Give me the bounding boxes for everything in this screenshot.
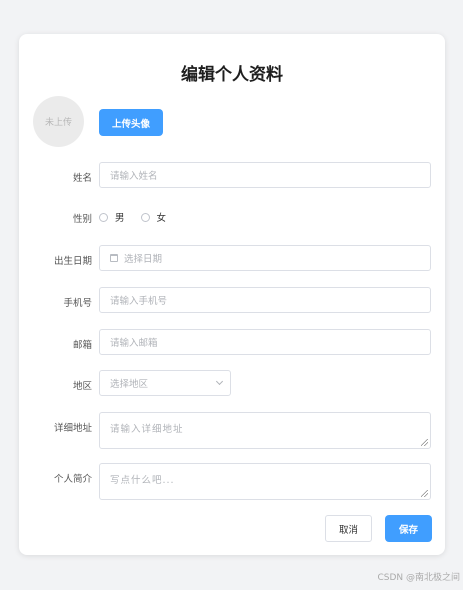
birthdate-label: 出生日期 [53,256,92,267]
watermark: CSDN @南北极之间 [377,573,460,583]
address-label: 详细地址 [53,423,92,434]
name-input[interactable]: 请输入姓名 [99,162,431,188]
cancel-button[interactable]: 取消 [325,515,372,542]
email-label: 邮箱 [72,340,92,351]
upload-avatar-button[interactable]: 上传头像 [99,109,163,136]
address-placeholder: 请输入详细地址 [110,424,184,435]
gender-option-label: 男 [115,213,125,224]
avatar-placeholder: 未上传 [44,118,72,128]
gender-radio-group: 男 女 [99,210,182,224]
gender-label: 性别 [72,214,92,225]
birthdate-picker[interactable]: 选择日期 [99,245,431,271]
gender-radio-female[interactable]: 女 [140,210,167,224]
chevron-down-icon [215,377,224,386]
phone-input[interactable]: 请输入手机号 [99,287,431,313]
radio-circle-icon [140,212,150,222]
phone-placeholder: 请输入手机号 [110,296,168,307]
save-button[interactable]: 保存 [385,515,432,542]
profile-form-card: 编辑个人资料 未上传 上传头像 姓名 请输入姓名 性别 男 女 出生日期 选择日… [19,34,445,555]
gender-option-label: 女 [156,213,167,224]
gender-radio-male[interactable]: 男 [99,210,125,224]
email-placeholder: 请输入邮箱 [110,338,158,349]
phone-label: 手机号 [63,298,92,309]
email-input[interactable]: 请输入邮箱 [99,329,431,355]
calendar-icon [110,254,118,262]
address-textarea[interactable]: 请输入详细地址 [99,412,431,449]
radio-circle-icon [99,212,108,222]
bio-label: 个人简介 [53,474,92,485]
region-label: 地区 [72,381,92,392]
resize-handle-icon[interactable] [421,439,428,446]
form-title: 编辑个人资料 [181,65,283,85]
region-select[interactable]: 选择地区 [99,370,231,396]
name-label: 姓名 [72,173,92,184]
region-placeholder: 选择地区 [110,379,149,390]
name-placeholder: 请输入姓名 [110,171,158,182]
resize-handle-icon[interactable] [421,490,428,497]
bio-textarea[interactable]: 写点什么吧... [99,463,431,500]
birthdate-placeholder: 选择日期 [124,254,163,265]
avatar: 未上传 [33,96,84,147]
bio-placeholder: 写点什么吧... [110,475,175,486]
